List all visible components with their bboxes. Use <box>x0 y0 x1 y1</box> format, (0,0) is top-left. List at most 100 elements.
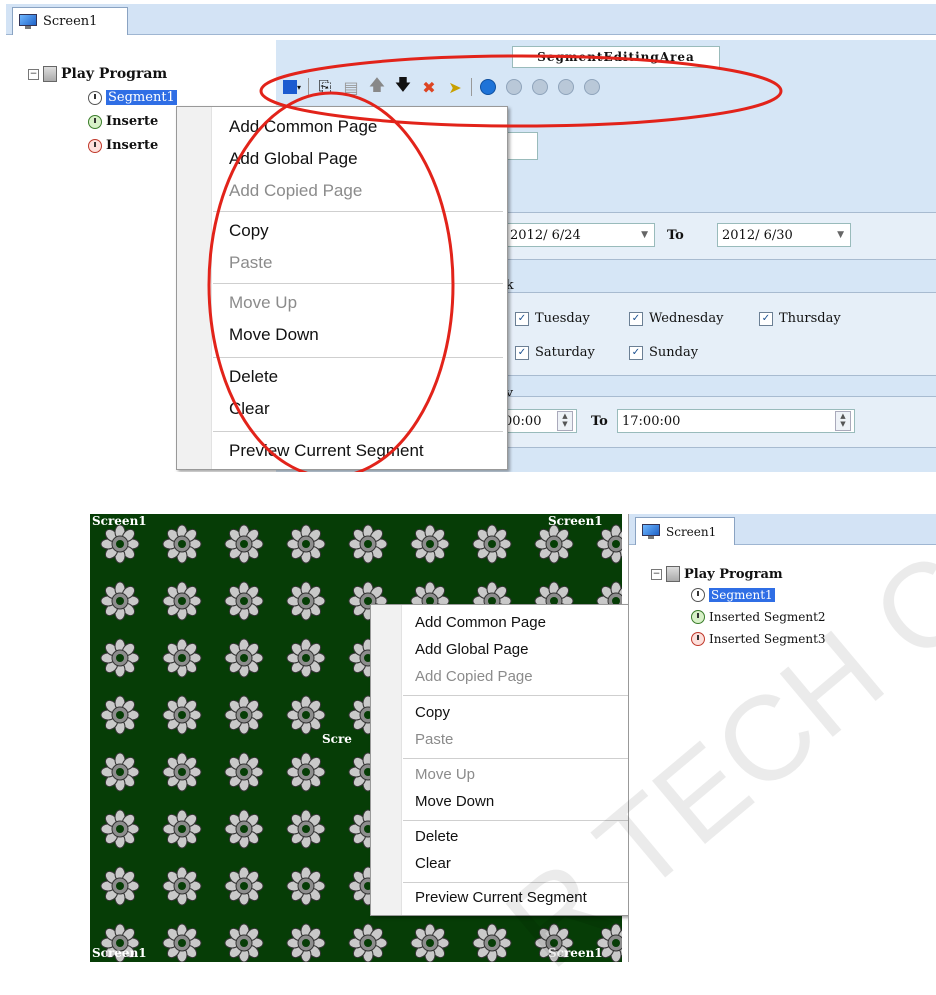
tree-root-label: Play Program <box>61 66 168 82</box>
time-from-value: 00:00 <box>504 413 542 429</box>
spin-arrows-icon[interactable]: ▲ ▼ <box>557 411 573 431</box>
menu-item-add-common-page[interactable]: Add Common Page <box>229 117 377 137</box>
menu-item-preview-current-segment[interactable]: Preview Current Segment <box>229 441 424 461</box>
date-to-picker[interactable]: 2012/ 6/30 ▼ <box>717 223 851 247</box>
menu-item-move-down[interactable]: Move Down <box>229 325 319 345</box>
tab-label: Screen1 <box>666 524 717 539</box>
checkbox-label: Wednesday <box>649 311 724 326</box>
menu-item-add-copied-page[interactable]: Add Copied Page <box>415 668 533 685</box>
menu-item-move-up[interactable]: Move Up <box>229 293 297 313</box>
pause-icon[interactable] <box>556 77 576 97</box>
flower-pattern-icon <box>534 524 574 564</box>
flower-pattern-icon <box>224 581 264 621</box>
prev-icon[interactable] <box>504 77 524 97</box>
tree-item-inserted-segment2[interactable]: Inserted Segment2 <box>691 610 826 624</box>
clock-icon <box>691 588 705 602</box>
tree-item-label: Segment1 <box>106 90 177 105</box>
flower-pattern-icon <box>162 638 202 678</box>
preview-label-top-left: Screen1 <box>92 514 147 528</box>
flower-pattern-icon <box>162 752 202 792</box>
tree-item-segment1[interactable]: Segment1 <box>88 90 177 105</box>
date-from-picker[interactable]: 2012/ 6/24 ▼ <box>505 223 655 247</box>
move-up-icon[interactable]: 🡅 <box>367 75 387 97</box>
checkbox-saturday[interactable]: ✓ Saturday <box>515 345 595 360</box>
menu-item-add-global-page[interactable]: Add Global Page <box>229 149 358 169</box>
preview-label-bottom-right: Screen1 <box>548 946 603 960</box>
tree-item-label: Inserted Segment3 <box>709 632 826 646</box>
tree-item-label: Segment1 <box>709 588 775 602</box>
copy-icon[interactable]: ⎘ <box>315 77 335 97</box>
tree-root[interactable]: − Play Program <box>651 566 783 582</box>
flower-pattern-icon <box>286 581 326 621</box>
collapse-icon[interactable]: − <box>651 568 662 580</box>
menu-item-add-copied-page[interactable]: Add Copied Page <box>229 181 362 201</box>
menu-item-copy[interactable]: Copy <box>229 221 269 241</box>
flower-pattern-icon <box>162 695 202 735</box>
segment-toolbar: ▾ ⎘ ▤ 🡅 🡇 ✖ ➤ <box>282 74 722 100</box>
menu-item-move-down[interactable]: Move Down <box>415 793 494 810</box>
time-to-value: 17:00:00 <box>622 413 681 429</box>
preview-label-top-right: Screen1 <box>548 514 603 528</box>
program-tree-bottom: Screen1 − Play Program Segment1 Inserted… <box>628 514 936 962</box>
tree-item-inserted-segment2[interactable]: Inserte <box>88 114 158 129</box>
flower-pattern-icon <box>286 809 326 849</box>
menu-item-add-common-page[interactable]: Add Common Page <box>415 614 546 631</box>
tab-screen1[interactable]: Screen1 <box>12 7 128 35</box>
flower-pattern-icon <box>596 524 622 564</box>
menu-item-move-up[interactable]: Move Up <box>415 766 475 783</box>
checkbox-sunday[interactable]: ✓ Sunday <box>629 345 698 360</box>
menu-item-clear[interactable]: Clear <box>415 855 451 872</box>
context-menu-top: Add Common Page Add Global Page Add Copi… <box>176 106 508 470</box>
menu-item-preview-current-segment[interactable]: Preview Current Segment <box>415 889 587 906</box>
flower-pattern-icon <box>472 524 512 564</box>
tree-item-inserted-segment3[interactable]: Inserted Segment3 <box>691 632 826 646</box>
clock-red-icon <box>691 632 705 646</box>
flower-pattern-icon <box>224 866 264 906</box>
checkbox-thursday[interactable]: ✓ Thursday <box>759 311 841 326</box>
collapse-icon[interactable]: − <box>28 68 39 80</box>
delete-icon[interactable]: ✖ <box>419 77 439 97</box>
flower-pattern-icon <box>162 923 202 962</box>
play-icon[interactable] <box>478 77 498 97</box>
preview-label-center: Scre <box>322 732 352 746</box>
check-icon: ✓ <box>629 311 643 326</box>
tab-screen1[interactable]: Screen1 <box>635 517 735 545</box>
tree-root[interactable]: − Play Program <box>28 66 167 82</box>
checkbox-label: Thursday <box>779 311 841 326</box>
clock-green-icon <box>691 610 705 624</box>
stop-icon[interactable] <box>582 77 602 97</box>
flower-pattern-icon <box>410 524 450 564</box>
flower-pattern-icon <box>100 809 140 849</box>
menu-item-add-global-page[interactable]: Add Global Page <box>415 641 528 658</box>
paste-icon[interactable]: ▤ <box>341 77 361 97</box>
menu-item-delete[interactable]: Delete <box>229 367 278 387</box>
tree-item-segment1[interactable]: Segment1 <box>691 588 775 602</box>
time-to-spinner[interactable]: 17:00:00 ▲ ▼ <box>617 409 855 433</box>
menu-item-clear[interactable]: Clear <box>229 399 270 419</box>
clock-red-icon <box>88 138 102 153</box>
tree-item-label: Inserte <box>106 138 159 153</box>
menu-item-paste[interactable]: Paste <box>229 253 272 273</box>
flower-pattern-icon <box>162 866 202 906</box>
flower-pattern-icon <box>100 524 140 564</box>
checkbox-wednesday[interactable]: ✓ Wednesday <box>629 311 723 326</box>
check-icon: ✓ <box>515 345 529 360</box>
check-icon: ✓ <box>629 345 643 360</box>
add-page-dropdown-icon[interactable]: ▾ <box>282 77 302 97</box>
time-to-label: To <box>591 414 608 429</box>
menu-item-copy[interactable]: Copy <box>415 704 450 721</box>
spin-arrows-icon[interactable]: ▲ ▼ <box>835 411 851 431</box>
flower-pattern-icon <box>162 809 202 849</box>
clear-icon[interactable]: ➤ <box>445 77 465 97</box>
menu-item-paste[interactable]: Paste <box>415 731 453 748</box>
next-icon[interactable] <box>530 77 550 97</box>
flower-pattern-icon <box>286 752 326 792</box>
chevron-down-icon: ▼ <box>641 230 648 240</box>
flower-pattern-icon <box>100 638 140 678</box>
flower-pattern-icon <box>224 524 264 564</box>
menu-item-delete[interactable]: Delete <box>415 828 458 845</box>
time-from-spinner[interactable]: 00:00 ▲ ▼ <box>499 409 577 433</box>
tree-item-inserted-segment3[interactable]: Inserte <box>88 138 158 153</box>
move-down-icon[interactable]: 🡇 <box>393 75 413 97</box>
checkbox-tuesday[interactable]: ✓ Tuesday <box>515 311 590 326</box>
